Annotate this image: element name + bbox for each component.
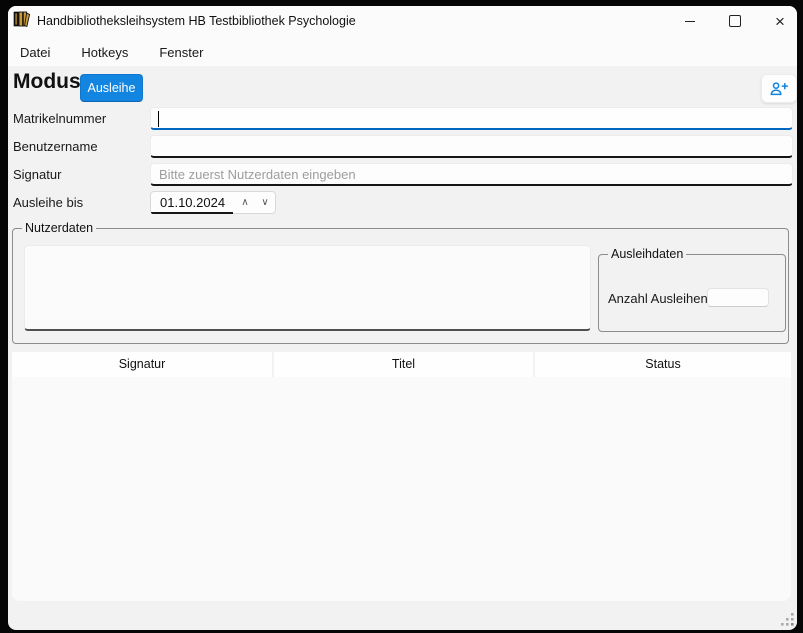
add-user-button[interactable] [761, 74, 797, 103]
maximize-icon [729, 15, 741, 27]
table-body [12, 377, 791, 601]
maximize-button[interactable] [718, 6, 752, 36]
menu-item-datei[interactable]: Datei [18, 42, 52, 64]
text-caret [158, 111, 159, 127]
column-header-signatur[interactable]: Signatur [12, 352, 272, 377]
menu-item-fenster[interactable]: Fenster [157, 42, 205, 64]
minimize-icon [685, 21, 695, 22]
matrikelnummer-input[interactable] [151, 108, 792, 128]
label-benutzername: Benutzername [13, 135, 98, 158]
minimize-button[interactable] [673, 6, 707, 36]
column-header-titel[interactable]: Titel [274, 352, 533, 377]
title-bar: Handbibliotheksleihsystem HB Testbibliot… [8, 6, 797, 36]
benutzername-input[interactable] [151, 136, 792, 156]
mode-heading: Modus [13, 70, 81, 94]
nutzerdaten-group-title: Nutzerdaten [22, 221, 96, 235]
label-ausleihe-bis: Ausleihe bis [13, 191, 83, 214]
nutzerdaten-group: Nutzerdaten Ausleihdaten Anzahl Ausleihe… [12, 228, 789, 344]
spin-up-icon[interactable]: ∧ [235, 192, 255, 213]
ausleihdaten-group-title: Ausleihdaten [608, 247, 686, 261]
person-add-icon [769, 80, 789, 98]
window-title: Handbibliotheksleihsystem HB Testbibliot… [37, 6, 356, 36]
signatur-input[interactable] [151, 164, 792, 184]
date-underline [151, 212, 233, 214]
anzahl-ausleihen-input[interactable] [707, 288, 769, 307]
app-window: Handbibliotheksleihsystem HB Testbibliot… [8, 6, 797, 630]
ausleihdaten-group: Ausleihdaten Anzahl Ausleihen [598, 254, 786, 332]
label-signatur: Signatur [13, 163, 61, 186]
anzahl-ausleihen-label: Anzahl Ausleihen [608, 291, 708, 306]
close-button[interactable]: × [763, 6, 797, 36]
nutzerdaten-textarea[interactable] [24, 245, 591, 331]
table-header: Signatur Titel Status [12, 352, 791, 377]
signatur-field-wrap [150, 163, 793, 186]
label-matrikelnummer: Matrikelnummer [13, 107, 106, 130]
column-header-status[interactable]: Status [535, 352, 791, 377]
menu-bar: Datei Hotkeys Fenster [18, 42, 205, 64]
date-value: 01.10.2024 [151, 195, 235, 210]
benutzername-field-wrap [150, 135, 793, 158]
books-icon [13, 10, 31, 28]
resize-grip[interactable] [780, 612, 796, 628]
spin-down-icon[interactable]: ∨ [255, 192, 275, 213]
menu-item-hotkeys[interactable]: Hotkeys [79, 42, 130, 64]
mode-ausleihe-button[interactable]: Ausleihe [80, 74, 143, 102]
matrikelnummer-field-wrap [150, 107, 793, 130]
close-icon: × [775, 13, 785, 30]
ausleihe-bis-datepicker[interactable]: 01.10.2024 ∧ ∨ [150, 191, 276, 214]
